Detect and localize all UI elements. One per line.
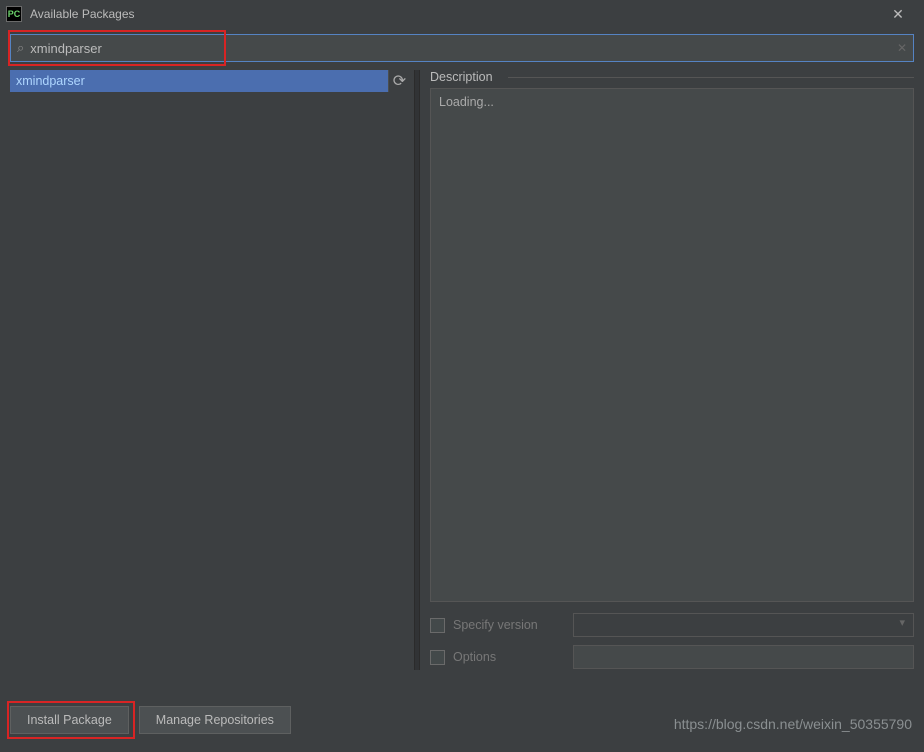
description-label: Description bbox=[430, 70, 914, 84]
watermark: https://blog.csdn.net/weixin_50355790 bbox=[674, 716, 912, 732]
close-button[interactable]: ✕ bbox=[878, 0, 918, 28]
package-list-item[interactable]: xmindparser bbox=[10, 70, 388, 92]
reload-button[interactable]: ⟳ bbox=[388, 70, 410, 92]
clear-icon[interactable]: ✕ bbox=[897, 41, 907, 55]
options-row: Options bbox=[430, 644, 914, 670]
options-input[interactable] bbox=[573, 645, 914, 669]
options-checkbox[interactable] bbox=[430, 650, 445, 665]
specify-version-row: Specify version bbox=[430, 612, 914, 638]
window-title: Available Packages bbox=[30, 7, 878, 21]
reload-icon: ⟳ bbox=[393, 71, 406, 91]
version-select[interactable] bbox=[573, 613, 914, 637]
titlebar: PC Available Packages ✕ bbox=[0, 0, 924, 28]
manage-repositories-button[interactable]: Manage Repositories bbox=[139, 706, 291, 734]
close-icon: ✕ bbox=[892, 6, 904, 23]
install-wrap: Install Package bbox=[10, 706, 129, 734]
search-input-wrap[interactable]: ⌕ ✕ bbox=[10, 34, 914, 62]
specify-version-checkbox[interactable] bbox=[430, 618, 445, 633]
description-status: Loading... bbox=[439, 95, 494, 109]
list-header-row: xmindparser ⟳ bbox=[10, 70, 410, 92]
specify-version-label: Specify version bbox=[453, 618, 573, 632]
content-area: xmindparser ⟳ Description Loading... Spe… bbox=[0, 70, 924, 670]
details-panel: Description Loading... Specify version O… bbox=[420, 70, 914, 670]
search-icon: ⌕ bbox=[17, 40, 24, 56]
description-box: Loading... bbox=[430, 88, 914, 602]
install-package-button[interactable]: Install Package bbox=[10, 706, 129, 734]
package-list-body[interactable] bbox=[10, 92, 410, 670]
package-list-panel: xmindparser ⟳ bbox=[10, 70, 410, 670]
search-input[interactable] bbox=[30, 41, 897, 56]
options-label: Options bbox=[453, 650, 573, 664]
search-row: ⌕ ✕ bbox=[10, 34, 914, 62]
app-icon: PC bbox=[6, 6, 22, 22]
